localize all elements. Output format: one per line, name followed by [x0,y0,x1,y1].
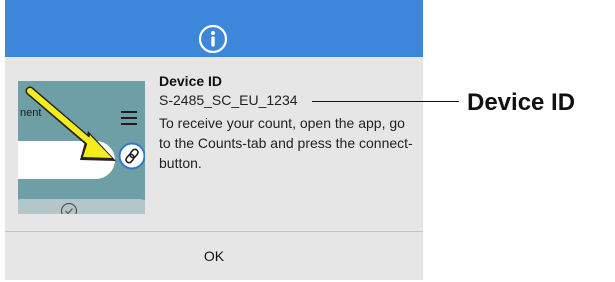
callout-label: Device ID [467,89,576,116]
connect-button-thumbnail: nent [18,81,145,214]
device-id-value: S-2485_SC_EU_1234 [159,92,298,108]
info-icon [198,24,228,54]
ok-button[interactable]: OK [5,232,423,280]
callout-line [312,101,459,102]
dialog-header [5,0,423,57]
dialog-title: Device ID [159,73,223,89]
info-dialog: nent Device ID S-2485_SC_EU_1234 To rece… [5,0,423,280]
arrow-icon [25,86,116,161]
dialog-description: To receive your count, open the app, go … [159,115,413,171]
